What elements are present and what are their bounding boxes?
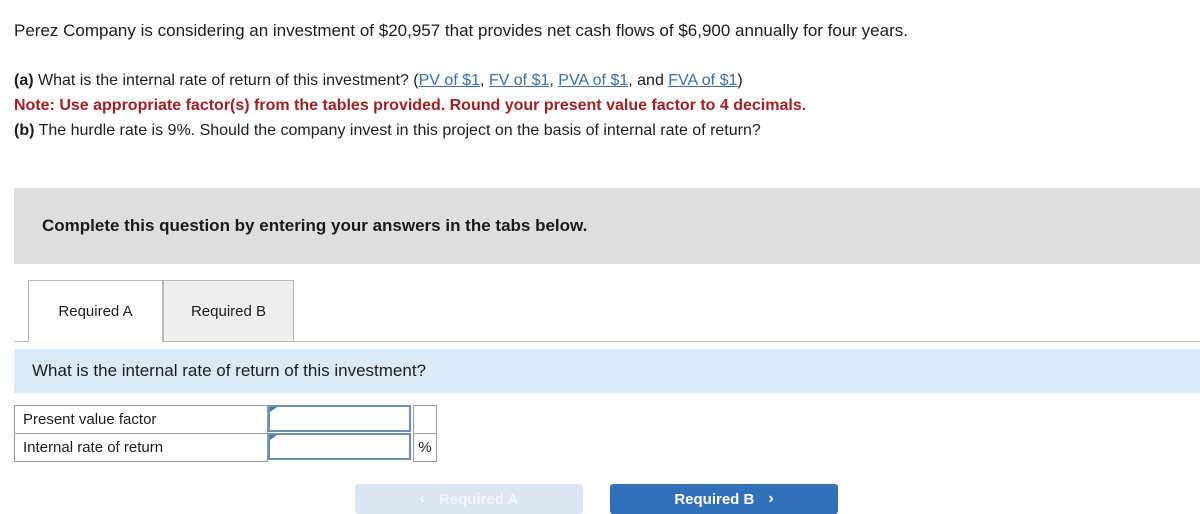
row-label-internal-rate-of-return: Internal rate of return [14,433,268,462]
prev-required-a-button[interactable]: ‹ Required A [355,484,583,514]
tab-required-a-label: Required A [58,303,133,320]
tab-strip: Required A Required B [14,280,1200,342]
part-b-line: (b) The hurdle rate is 9%. Should the co… [14,118,1194,143]
instruction-text: Complete this question by entering your … [42,216,588,235]
part-b-text: The hurdle rate is 9%. Should the compan… [34,122,761,139]
row-unit-internal-rate-of-return: % [413,433,437,462]
pv-of-1-link[interactable]: PV of $1 [419,72,480,89]
problem-parts: (a) What is the internal rate of return … [14,68,1194,143]
cash-flow-amount: $6,900 [678,21,731,40]
question-bar: What is the internal rate of return of t… [14,349,1200,393]
question-text: What is the internal rate of return of t… [32,361,427,380]
link-sep-3: , and [628,72,669,89]
tab-required-b[interactable]: Required B [163,280,294,341]
tab-baseline [14,341,1200,342]
instruction-panel: Complete this question by entering your … [14,188,1200,264]
link-sep-4: ) [737,72,743,89]
row-label-present-value-factor: Present value factor [14,405,268,434]
investment-amount: $20,957 [378,21,441,40]
nav-button-bar: ‹ Required A Required B › [0,484,1200,514]
part-a-line: (a) What is the internal rate of return … [14,68,1194,93]
link-sep-1: , [480,72,489,89]
internal-rate-of-return-input[interactable] [268,432,411,460]
next-required-b-button[interactable]: Required B › [610,484,838,514]
table-row: Present value factor [14,404,437,434]
tab-required-a[interactable]: Required A [28,280,163,342]
link-sep-2: , [549,72,559,89]
part-b-tag: (b) [14,122,35,139]
prev-required-a-label: Required A [438,490,519,508]
internal-rate-of-return-cell [267,432,414,462]
chevron-left-icon: ‹ [419,490,425,507]
part-a-tag: (a) [14,72,34,89]
stem-text-1: Perez Company is considering an investme… [14,21,379,40]
present-value-factor-input[interactable] [268,404,411,432]
problem-statement: Perez Company is considering an investme… [14,20,1194,143]
tab-required-b-label: Required B [190,302,267,320]
note-line: Note: Use appropriate factor(s) from the… [14,97,807,114]
row-unit-present-value-factor [413,405,437,434]
fva-of-1-link[interactable]: FVA of $1 [668,72,737,89]
present-value-factor-cell [267,404,414,434]
next-required-b-label: Required B [674,490,755,508]
problem-stem: Perez Company is considering an investme… [14,20,1194,42]
stem-text-2: that provides net cash flows of [440,21,679,40]
pva-of-1-link[interactable]: PVA of $1 [558,72,628,89]
part-a-text: What is the internal rate of return of t… [33,72,419,89]
chevron-right-icon: › [768,490,774,507]
stem-text-3: annually for four years. [730,21,908,40]
answer-table: Present value factor Internal rate of re… [14,404,437,462]
table-row: Internal rate of return % [14,432,437,462]
fv-of-1-link[interactable]: FV of $1 [489,72,549,89]
